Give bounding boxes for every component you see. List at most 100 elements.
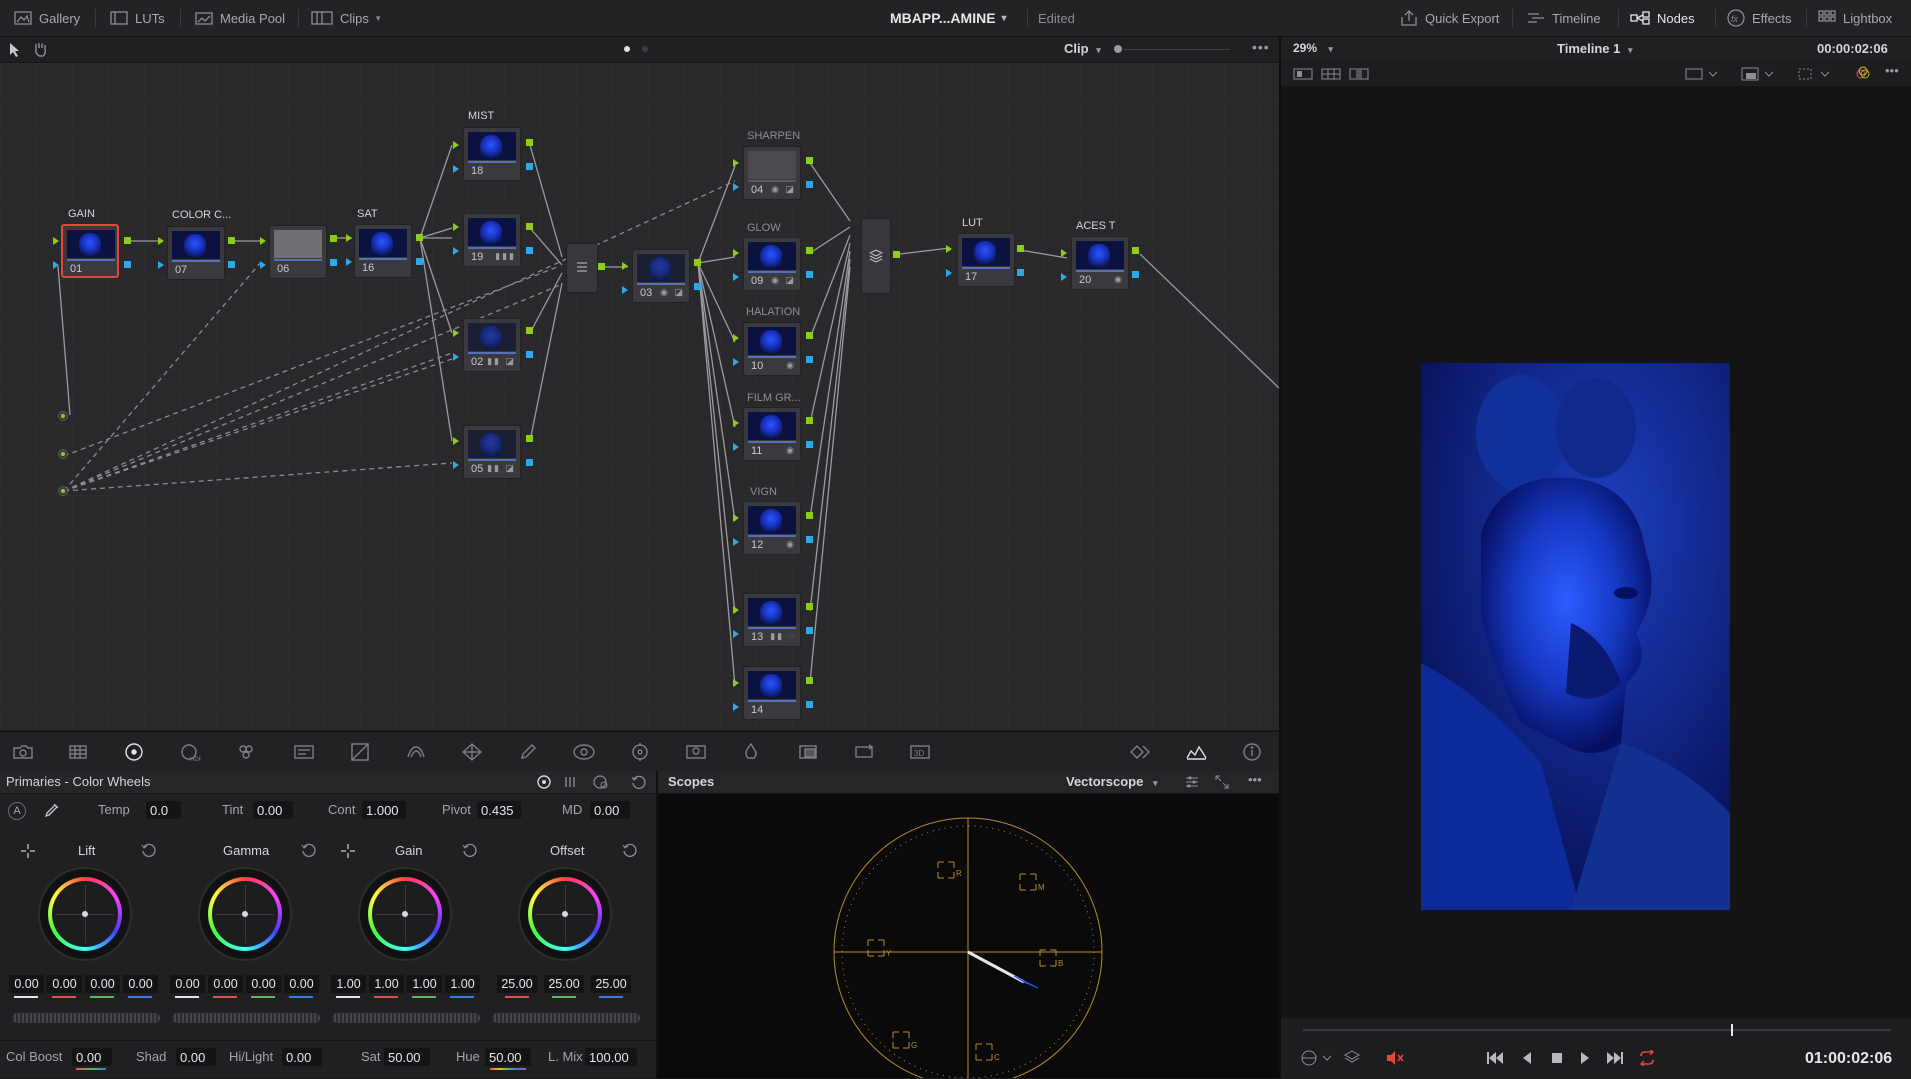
playhead[interactable]: [1731, 1024, 1733, 1036]
md-field[interactable]: 0.00: [590, 801, 630, 819]
curves-icon[interactable]: [348, 740, 372, 764]
tint-field[interactable]: 0.00: [253, 801, 293, 819]
qualifier-icon[interactable]: [460, 740, 484, 764]
corrector-node-04[interactable]: 04 ◉ ◪: [743, 146, 801, 200]
offset-blue-field[interactable]: 25.00: [591, 975, 631, 993]
lift-green-field[interactable]: 0.00: [85, 975, 120, 993]
reset-icon[interactable]: [140, 842, 156, 858]
color-picker-icon[interactable]: [1855, 66, 1871, 82]
corrector-node-02[interactable]: 02 ▮▮ ◪: [463, 318, 521, 372]
corrector-node-05[interactable]: 05 ▮▮ ◪: [463, 425, 521, 479]
corrector-node-10[interactable]: 10 ◉: [743, 322, 801, 376]
sizing-icon[interactable]: [852, 740, 876, 764]
offset-red-field[interactable]: 25.00: [497, 975, 537, 993]
corrector-node-20[interactable]: 20 ◉: [1071, 236, 1129, 290]
col-boost-field[interactable]: 0.00: [72, 1048, 112, 1066]
corrector-node-14[interactable]: 14: [743, 666, 801, 720]
expand-icon[interactable]: [1214, 774, 1230, 790]
luma-mix-field[interactable]: 100.00: [585, 1048, 637, 1066]
crosshair-icon[interactable]: [20, 843, 36, 859]
3d-icon[interactable]: 3D: [908, 740, 932, 764]
color-warper-icon[interactable]: [404, 740, 428, 764]
layers-icon[interactable]: [1343, 1049, 1361, 1067]
scope-type-select[interactable]: Vectorscope ▾: [1066, 774, 1157, 789]
gamma-wheel[interactable]: [200, 869, 290, 959]
key-icon[interactable]: [796, 740, 820, 764]
hand-tool-icon[interactable]: [32, 41, 48, 57]
camera-raw-icon[interactable]: [11, 740, 35, 764]
zoom-select[interactable]: 29% ▾: [1293, 41, 1333, 55]
external-input-node[interactable]: [58, 411, 68, 421]
gain-master-field[interactable]: 1.00: [331, 975, 366, 993]
corrector-node-01[interactable]: 01: [61, 224, 119, 278]
page-dot[interactable]: [642, 46, 648, 52]
go-to-start-button[interactable]: [1483, 1046, 1507, 1070]
hdr-view-icon[interactable]: [1741, 67, 1775, 81]
scope-settings-icon[interactable]: [1184, 774, 1200, 790]
motion-effects-icon[interactable]: [292, 740, 316, 764]
wheels-mode-icon[interactable]: [536, 774, 552, 790]
reset-icon[interactable]: [621, 842, 637, 858]
corrector-node-19[interactable]: 19 ▮▮▮: [463, 213, 521, 267]
corrector-node-11[interactable]: 11 ◉: [743, 407, 801, 461]
corrector-node-16[interactable]: 16: [354, 224, 412, 278]
luts-button[interactable]: LUTs: [110, 0, 165, 36]
scrubber-track[interactable]: [1303, 1029, 1891, 1031]
auto-balance-button[interactable]: A: [8, 802, 26, 820]
go-to-end-button[interactable]: [1603, 1046, 1627, 1070]
lift-master-field[interactable]: 0.00: [9, 975, 44, 993]
corrector-node-09[interactable]: 09 ◉ ◪: [743, 237, 801, 291]
keyframes-icon[interactable]: [1128, 740, 1152, 764]
hue-field[interactable]: 50.00: [485, 1048, 531, 1066]
lift-wheel[interactable]: [40, 869, 130, 959]
more-options-icon[interactable]: •••: [1885, 63, 1899, 78]
more-options-icon[interactable]: •••: [1252, 39, 1270, 55]
crosshair-icon[interactable]: [340, 843, 356, 859]
corrector-node-07[interactable]: 07: [167, 226, 225, 280]
color-wheels-icon[interactable]: [122, 740, 146, 764]
zoom-slider-track[interactable]: [1124, 49, 1230, 50]
gain-wheel[interactable]: [360, 869, 450, 959]
window-icon[interactable]: [572, 740, 596, 764]
gain-green-field[interactable]: 1.00: [407, 975, 442, 993]
offset-wheel[interactable]: [520, 869, 610, 959]
lift-red-field[interactable]: 0.00: [47, 975, 82, 993]
corrector-node-13[interactable]: 13 ▮▮ ◌: [743, 593, 801, 647]
saturation-field[interactable]: 50.00: [384, 1048, 430, 1066]
corrector-node-17[interactable]: 17: [957, 233, 1015, 287]
picker-tool-icon[interactable]: [42, 802, 60, 820]
highlight-icon[interactable]: [1797, 67, 1831, 81]
log-mode-icon[interactable]: [592, 774, 610, 790]
tracker-icon[interactable]: [628, 740, 652, 764]
zoom-slider-handle[interactable]: [1114, 45, 1122, 53]
gamma-green-field[interactable]: 0.00: [246, 975, 281, 993]
pointer-tool-icon[interactable]: [8, 42, 22, 58]
timeline-button[interactable]: Timeline: [1527, 0, 1601, 36]
corrector-node-06[interactable]: 06: [269, 225, 327, 279]
page-dot-active[interactable]: [624, 46, 630, 52]
clip-mode-select[interactable]: Clip ▾: [1064, 41, 1101, 56]
timeline-select[interactable]: Timeline 1 ▾: [1557, 41, 1633, 56]
corrector-node-18[interactable]: 18: [463, 127, 521, 181]
scopes-icon[interactable]: [1184, 740, 1208, 764]
quick-export-button[interactable]: Quick Export: [1400, 0, 1499, 36]
gamma-master-field[interactable]: 0.00: [170, 975, 205, 993]
clips-button[interactable]: Clips ▾: [311, 0, 380, 36]
color-match-icon[interactable]: [66, 740, 90, 764]
pivot-field[interactable]: 0.435: [477, 801, 521, 819]
magic-mask-icon[interactable]: [684, 740, 708, 764]
nodes-button[interactable]: Nodes: [1630, 0, 1695, 36]
viewer-mode-icon[interactable]: [1301, 1049, 1335, 1067]
bars-mode-icon[interactable]: [563, 775, 579, 789]
wipe-mode-icon[interactable]: [1685, 67, 1719, 81]
shadows-field[interactable]: 0.00: [176, 1048, 216, 1066]
gamma-blue-field[interactable]: 0.00: [284, 975, 319, 993]
blur-icon[interactable]: [740, 740, 764, 764]
gain-master-jog[interactable]: [332, 1013, 480, 1023]
gamma-master-jog[interactable]: [172, 1013, 320, 1023]
lightbox-button[interactable]: Lightbox: [1818, 0, 1892, 36]
reset-icon[interactable]: [300, 842, 316, 858]
mixer-node[interactable]: [566, 243, 598, 293]
corrector-node-03[interactable]: 03 ◉ ◪: [632, 249, 690, 303]
gain-blue-field[interactable]: 1.00: [445, 975, 480, 993]
